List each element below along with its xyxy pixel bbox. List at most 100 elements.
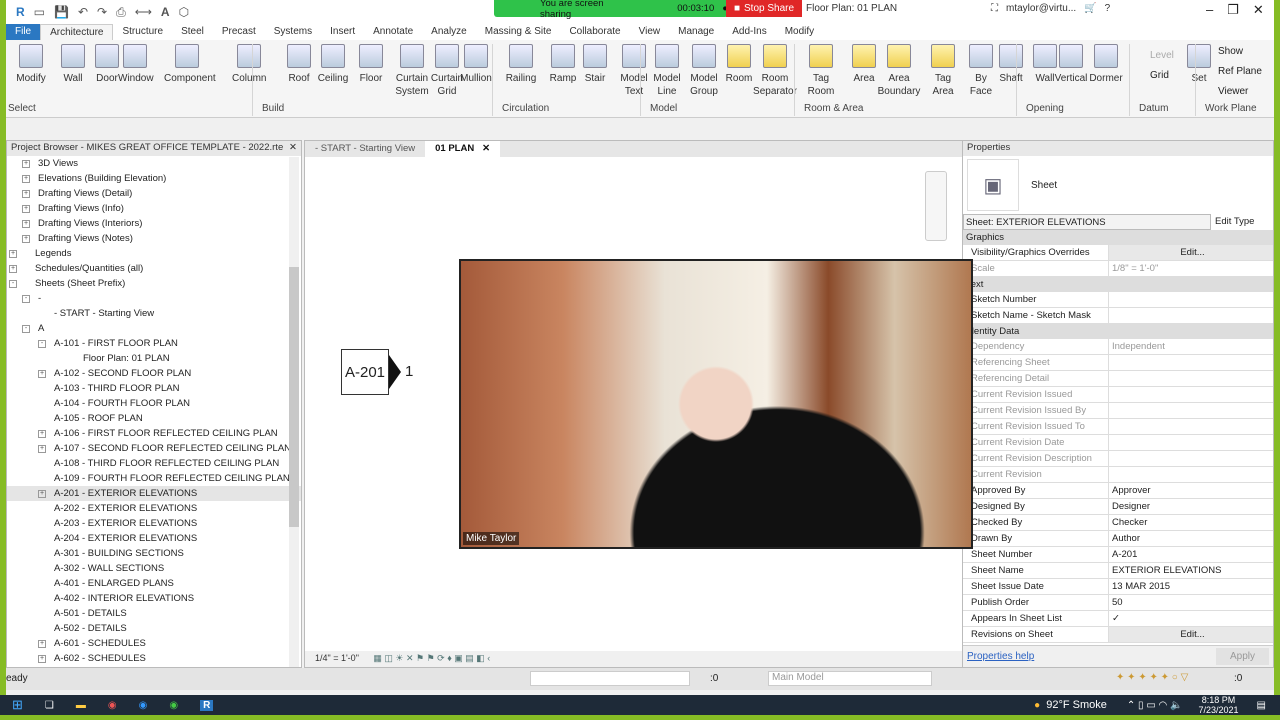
- browser-item[interactable]: A-103 - THIRD FLOOR PLAN: [7, 381, 301, 396]
- tab-view[interactable]: View: [630, 24, 670, 40]
- collapse-icon[interactable]: -: [22, 325, 30, 333]
- view-control-icons[interactable]: ▦ ◫ ☀ ✕ ⚑ ⚑ ⟳ ♦ ▣ ▤ ◧ ‹: [373, 653, 490, 663]
- browser-item[interactable]: + Drafting Views (Notes): [7, 231, 301, 246]
- property-category[interactable]: Graphics: [963, 230, 1273, 245]
- ribbon-button-wall[interactable]: Wall: [56, 44, 90, 85]
- ribbon-button-tag-room[interactable]: Tag Room: [804, 44, 838, 98]
- app-icon[interactable]: ◉: [108, 700, 117, 711]
- browser-item[interactable]: - A-101 - FIRST FLOOR PLAN: [7, 336, 301, 351]
- browser-item[interactable]: A-301 - BUILDING SECTIONS: [7, 546, 301, 561]
- video-overlay[interactable]: Mike Taylor: [459, 259, 973, 549]
- browser-item[interactable]: -A: [7, 321, 301, 336]
- property-value[interactable]: Checker: [1109, 515, 1273, 530]
- collapse-icon[interactable]: -: [9, 280, 17, 288]
- property-value[interactable]: EXTERIOR ELEVATIONS: [1109, 563, 1273, 578]
- property-value[interactable]: [1109, 308, 1273, 323]
- ribbon-button-modify[interactable]: Modify: [14, 44, 48, 85]
- selection-toggle-icons[interactable]: ✦ ✦ ✦ ✦ ✦ ○ ▽: [1116, 672, 1188, 683]
- browser-item[interactable]: + Drafting Views (Detail): [7, 186, 301, 201]
- browser-item[interactable]: + A-602 - SCHEDULES: [7, 651, 301, 666]
- open-icon[interactable]: ▭: [34, 5, 45, 19]
- file-explorer-icon[interactable]: ▬: [76, 700, 86, 711]
- browser-item[interactable]: A-302 - WALL SECTIONS: [7, 561, 301, 576]
- browser-item[interactable]: A-202 - EXTERIOR ELEVATIONS: [7, 501, 301, 516]
- 3d-view-icon[interactable]: ⬡: [179, 5, 189, 19]
- property-value[interactable]: 13 MAR 2015: [1109, 579, 1273, 594]
- ribbon-button-set[interactable]: Set: [1182, 44, 1216, 85]
- undo-icon[interactable]: ↶: [78, 5, 88, 19]
- help-icon[interactable]: ?: [1105, 3, 1111, 14]
- binoculars-icon[interactable]: ⛶: [991, 3, 998, 14]
- ribbon-button-stair[interactable]: Stair: [578, 44, 612, 85]
- property-value[interactable]: Edit...: [1109, 627, 1273, 642]
- expand-icon[interactable]: +: [9, 265, 17, 273]
- ribbon-button-railing[interactable]: Railing: [504, 44, 538, 85]
- browser-item[interactable]: + Drafting Views (Info): [7, 201, 301, 216]
- browser-item[interactable]: A-502 - DETAILS: [7, 621, 301, 636]
- browser-item[interactable]: A-104 - FOURTH FLOOR PLAN: [7, 396, 301, 411]
- zoom-icon[interactable]: ◉: [139, 700, 148, 711]
- browser-item[interactable]: + Drafting Views (Interiors): [7, 216, 301, 231]
- print-icon[interactable]: ⎙: [116, 5, 126, 20]
- ribbon-show-button[interactable]: Show: [1218, 46, 1243, 57]
- property-value[interactable]: Approver: [1109, 483, 1273, 498]
- browser-item[interactable]: + A-106 - FIRST FLOOR REFLECTED CEILING P…: [7, 426, 301, 441]
- tab-steel[interactable]: Steel: [172, 24, 213, 40]
- expand-icon[interactable]: +: [38, 655, 46, 663]
- ribbon-button-column[interactable]: Column: [232, 44, 266, 85]
- property-value[interactable]: Edit...: [1109, 245, 1273, 260]
- property-category[interactable]: Identity Data: [963, 324, 1273, 339]
- type-selector[interactable]: Sheet: EXTERIOR ELEVATIONS: [963, 214, 1211, 230]
- property-value[interactable]: 50: [1109, 595, 1273, 610]
- ribbon-button-component[interactable]: Component: [164, 44, 216, 85]
- browser-item[interactable]: + A-601 - SCHEDULES: [7, 636, 301, 651]
- property-value[interactable]: ✓: [1109, 611, 1273, 626]
- tab-file[interactable]: File: [6, 24, 41, 40]
- ribbon-button-vertical[interactable]: Vertical: [1054, 44, 1088, 85]
- weather-text[interactable]: 92°F Smoke: [1046, 699, 1107, 711]
- ribbon-button-mullion[interactable]: Mullion: [459, 44, 493, 85]
- ribbon-button-ramp[interactable]: Ramp: [546, 44, 580, 85]
- ribbon-button-ceiling[interactable]: Ceiling: [316, 44, 350, 85]
- expand-icon[interactable]: +: [22, 160, 30, 168]
- tab-insert[interactable]: Insert: [321, 24, 364, 40]
- measure-icon[interactable]: ⟷: [135, 5, 152, 19]
- minimize-icon[interactable]: –: [1206, 2, 1213, 18]
- ribbon-button-model-group[interactable]: Model Group: [681, 44, 727, 98]
- tab-manage[interactable]: Manage: [669, 24, 723, 40]
- collapse-icon[interactable]: -: [38, 340, 46, 348]
- expand-icon[interactable]: +: [38, 445, 46, 453]
- browser-item[interactable]: + A-102 - SECOND FLOOR PLAN: [7, 366, 301, 381]
- sheet-view-tag[interactable]: A-201: [341, 349, 389, 395]
- tab-add-ins[interactable]: Add-Ins: [723, 24, 775, 40]
- browser-item[interactable]: A-501 - DETAILS: [7, 606, 301, 621]
- view-scale[interactable]: 1/4" = 1'-0": [315, 653, 359, 663]
- tray-icons[interactable]: ⌃ ▯ ▭ ◠ 🔈: [1127, 700, 1183, 711]
- design-option-dropdown[interactable]: Main Model: [768, 671, 932, 686]
- close-tab-icon[interactable]: ✕: [477, 143, 490, 154]
- browser-item[interactable]: A-203 - EXTERIOR ELEVATIONS: [7, 516, 301, 531]
- browser-item[interactable]: +3D Views: [7, 156, 301, 171]
- property-value[interactable]: [1109, 292, 1273, 307]
- browser-item[interactable]: --: [7, 291, 301, 306]
- property-value[interactable]: A-201: [1109, 547, 1273, 562]
- browser-item[interactable]: - Sheets (Sheet Prefix): [7, 276, 301, 291]
- workset-dropdown[interactable]: [530, 671, 690, 686]
- tab-architecture[interactable]: Architecture: [40, 24, 114, 40]
- tab-collaborate[interactable]: Collaborate: [560, 24, 629, 40]
- browser-item[interactable]: + Elevations (Building Elevation): [7, 171, 301, 186]
- browser-item[interactable]: A-105 - ROOF PLAN: [7, 411, 301, 426]
- tab-analyze[interactable]: Analyze: [422, 24, 476, 40]
- properties-help-link[interactable]: Properties help: [967, 651, 1034, 662]
- expand-icon[interactable]: +: [22, 190, 30, 198]
- cart-icon[interactable]: 🛒: [1084, 3, 1096, 14]
- chrome-icon[interactable]: ◉: [169, 700, 178, 711]
- close-icon[interactable]: ✕: [1253, 2, 1264, 18]
- tab-systems[interactable]: Systems: [265, 24, 321, 40]
- expand-icon[interactable]: +: [22, 175, 30, 183]
- navigation-bar[interactable]: [925, 171, 947, 241]
- apply-button[interactable]: Apply: [1215, 648, 1269, 665]
- expand-icon[interactable]: +: [38, 370, 46, 378]
- ribbon-button-room[interactable]: Room: [722, 44, 756, 85]
- tab-massing-site[interactable]: Massing & Site: [476, 24, 561, 40]
